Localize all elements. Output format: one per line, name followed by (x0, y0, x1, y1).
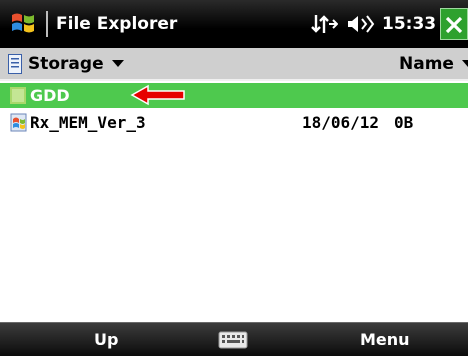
list-item-gdd[interactable]: GDD (0, 83, 468, 108)
file-icon (10, 113, 27, 132)
file-date: 18/06/12 (302, 113, 380, 132)
file-list[interactable]: GDD Rx_MEM_Ver_3 18/06/12 0B (0, 81, 468, 322)
header-bar: Storage Name (0, 48, 468, 81)
storage-icon (8, 54, 22, 74)
chevron-down-icon (111, 60, 124, 67)
list-item-rx-mem-ver-3[interactable]: Rx_MEM_Ver_3 18/06/12 0B (0, 110, 468, 135)
chevron-down-icon (461, 60, 468, 67)
red-arrow-icon (130, 84, 185, 106)
keyboard-icon[interactable] (218, 330, 248, 350)
sort-label: Name (399, 54, 454, 74)
title-separator (46, 11, 48, 37)
up-softkey[interactable]: Up (94, 323, 118, 357)
title-bar: File Explorer 15:33 (0, 0, 468, 48)
folder-icon (10, 87, 26, 104)
window-title: File Explorer (56, 14, 178, 34)
storage-label: Storage (28, 54, 104, 74)
file-name: GDD (30, 86, 70, 105)
file-size: 0B (394, 113, 414, 132)
storage-dropdown[interactable]: Storage (8, 51, 124, 77)
windows-start-icon[interactable] (10, 10, 36, 36)
sort-dropdown[interactable]: Name (399, 51, 468, 77)
connectivity-icon[interactable] (310, 12, 338, 36)
file-name: Rx_MEM_Ver_3 (30, 113, 146, 132)
clock[interactable]: 15:33 (382, 11, 436, 37)
softkey-bar: Up Menu (0, 322, 468, 356)
close-icon (445, 16, 463, 34)
volume-icon[interactable] (345, 12, 375, 36)
menu-softkey[interactable]: Menu (360, 323, 410, 357)
close-button[interactable] (440, 8, 468, 40)
